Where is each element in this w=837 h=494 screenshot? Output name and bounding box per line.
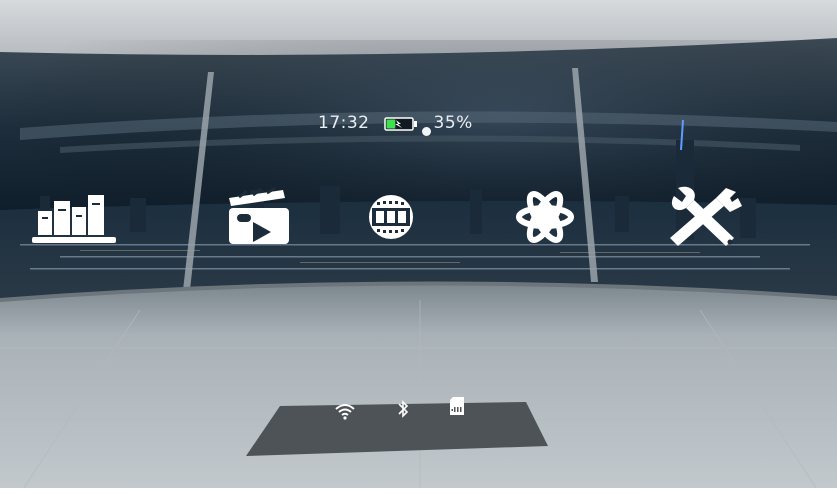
video-clapperboard-play-icon [229,186,289,244]
sd-card-icon [450,397,464,415]
vr-home-environment: 17:32 35% [0,0,837,494]
app-settings-button[interactable] [656,182,752,252]
storage-status[interactable] [444,395,470,417]
wifi-toggle[interactable] [332,400,358,422]
cinema-film-icon [369,195,413,239]
clock-time: 17:32 [318,113,370,133]
app-video-button[interactable] [210,182,306,252]
battery-percent: 35% [433,113,473,133]
bluetooth-icon [398,400,409,418]
connection-dot-icon [421,127,431,136]
app-explore-button[interactable] [497,182,593,252]
battery-charging-icon [383,116,418,131]
settings-tools-icon [670,186,742,246]
wifi-icon [335,404,355,420]
app-cinema-button[interactable] [343,182,439,252]
bluetooth-toggle[interactable] [390,398,416,420]
atom-icon [516,191,574,243]
status-bar: 17:32 35% [318,110,473,136]
app-library-button[interactable] [26,182,122,252]
library-books-icon [32,195,116,243]
